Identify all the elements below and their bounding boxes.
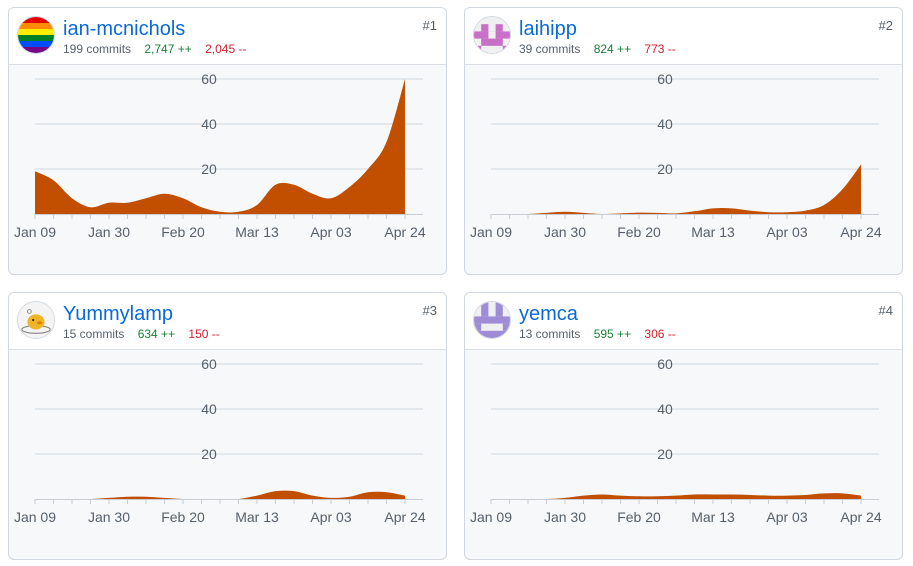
x-tick-label: Jan 09 xyxy=(470,224,512,240)
x-tick-label: Feb 20 xyxy=(161,509,205,525)
x-tick-label: Feb 20 xyxy=(617,224,661,240)
contribution-stats: 13 commits 595 ++ 306 -- xyxy=(519,327,676,341)
rank-badge: #3 xyxy=(422,303,437,318)
username-link[interactable]: Yummylamp xyxy=(63,303,173,325)
card-header: ian-mcnichols 199 commits 2,747 ++ 2,045… xyxy=(9,8,446,65)
rank-badge: #1 xyxy=(422,18,437,33)
contributor-card: Yummylamp 15 commits 634 ++ 150 -- #3 60… xyxy=(8,292,447,560)
x-tick-label: Feb 20 xyxy=(161,224,205,240)
additions-count: 595 ++ xyxy=(593,327,632,341)
deletions-count: 306 -- xyxy=(644,327,676,341)
username-link[interactable]: ian-mcnichols xyxy=(63,18,185,40)
y-tick-label: 60 xyxy=(201,356,217,372)
rank-badge: #4 xyxy=(878,303,893,318)
y-tick-label: 20 xyxy=(657,446,673,462)
card-header: laihipp 39 commits 824 ++ 773 -- #2 xyxy=(465,8,902,65)
deletions-count: 2,045 -- xyxy=(205,42,247,56)
identicon-pink-icon[interactable] xyxy=(473,16,511,54)
commit-count-link[interactable]: 15 commits xyxy=(63,327,124,341)
contributor-card: ian-mcnichols 199 commits 2,747 ++ 2,045… xyxy=(8,7,447,275)
contribution-stats: 39 commits 824 ++ 773 -- xyxy=(519,42,676,56)
additions-count: 824 ++ xyxy=(593,42,632,56)
contributions-area-chart: 60 40 20 Jan 09 Jan 30 Feb 20 Mar 13 Apr 03 Apr … xyxy=(470,356,882,525)
x-tick-label: Apr 03 xyxy=(766,224,807,240)
x-tick-label: Jan 09 xyxy=(470,509,512,525)
x-tick-label: Apr 24 xyxy=(384,224,425,240)
x-tick-label: Apr 03 xyxy=(310,509,351,525)
contributor-card: yemca 13 commits 595 ++ 306 -- #4 60 40 20… xyxy=(464,292,903,560)
yellow-duck-avatar-icon[interactable] xyxy=(17,301,55,339)
contributions-area xyxy=(35,490,405,499)
deletions-count: 150 -- xyxy=(188,327,220,341)
username-link[interactable]: laihipp xyxy=(519,18,577,40)
x-tick-label: Jan 30 xyxy=(544,224,586,240)
y-tick-label: 20 xyxy=(201,161,217,177)
x-tick-label: Jan 09 xyxy=(14,509,56,525)
commit-count-link[interactable]: 13 commits xyxy=(519,327,580,341)
x-tick-label: Mar 13 xyxy=(235,509,279,525)
additions-count: 634 ++ xyxy=(137,327,176,341)
x-tick-label: Apr 24 xyxy=(384,509,425,525)
x-tick-label: Mar 13 xyxy=(691,509,735,525)
card-header: Yummylamp 15 commits 634 ++ 150 -- #3 xyxy=(9,293,446,350)
rainbow-avatar-icon[interactable] xyxy=(17,16,55,54)
contributions-area-chart: 60 40 20 Jan 09 Jan 30 Feb 20 Mar 13 Apr 03 Apr … xyxy=(14,356,426,525)
y-tick-label: 40 xyxy=(201,116,217,132)
y-tick-label: 20 xyxy=(657,161,673,177)
x-tick-label: Jan 30 xyxy=(88,509,130,525)
y-tick-label: 40 xyxy=(657,401,673,417)
x-tick-label: Mar 13 xyxy=(691,224,735,240)
additions-count: 2,747 ++ xyxy=(144,42,192,56)
x-tick-label: Jan 09 xyxy=(14,224,56,240)
y-tick-label: 60 xyxy=(657,356,673,372)
x-tick-label: Apr 03 xyxy=(310,224,351,240)
x-tick-label: Apr 03 xyxy=(766,509,807,525)
x-tick-label: Apr 24 xyxy=(840,224,881,240)
contributions-area-chart: 60 40 20 Jan 09 Jan 30 Feb 20 Mar 13 Apr 03 Apr … xyxy=(14,71,426,240)
username-link[interactable]: yemca xyxy=(519,303,578,325)
y-tick-label: 40 xyxy=(201,401,217,417)
contributions-area xyxy=(491,493,861,499)
contributions-area xyxy=(35,79,405,214)
commit-count-link[interactable]: 39 commits xyxy=(519,42,580,56)
y-tick-label: 60 xyxy=(657,71,673,87)
x-tick-label: Jan 30 xyxy=(88,224,130,240)
contributor-card: laihipp 39 commits 824 ++ 773 -- #2 60 40… xyxy=(464,7,903,275)
identicon-purple-icon[interactable] xyxy=(473,301,511,339)
y-tick-label: 60 xyxy=(201,71,217,87)
x-tick-label: Feb 20 xyxy=(617,509,661,525)
y-tick-label: 40 xyxy=(657,116,673,132)
card-header: yemca 13 commits 595 ++ 306 -- #4 xyxy=(465,293,902,350)
x-tick-label: Mar 13 xyxy=(235,224,279,240)
x-tick-label: Jan 30 xyxy=(544,509,586,525)
x-tick-label: Apr 24 xyxy=(840,509,881,525)
contributions-area-chart: 60 40 20 Jan 09 Jan 30 Feb 20 Mar 13 Apr 03 Apr … xyxy=(470,71,882,240)
rank-badge: #2 xyxy=(878,18,893,33)
contribution-stats: 199 commits 2,747 ++ 2,045 -- xyxy=(63,42,246,56)
contribution-stats: 15 commits 634 ++ 150 -- xyxy=(63,327,220,341)
deletions-count: 773 -- xyxy=(644,42,676,56)
contributions-area xyxy=(491,164,861,214)
commit-count-link[interactable]: 199 commits xyxy=(63,42,131,56)
y-tick-label: 20 xyxy=(201,446,217,462)
